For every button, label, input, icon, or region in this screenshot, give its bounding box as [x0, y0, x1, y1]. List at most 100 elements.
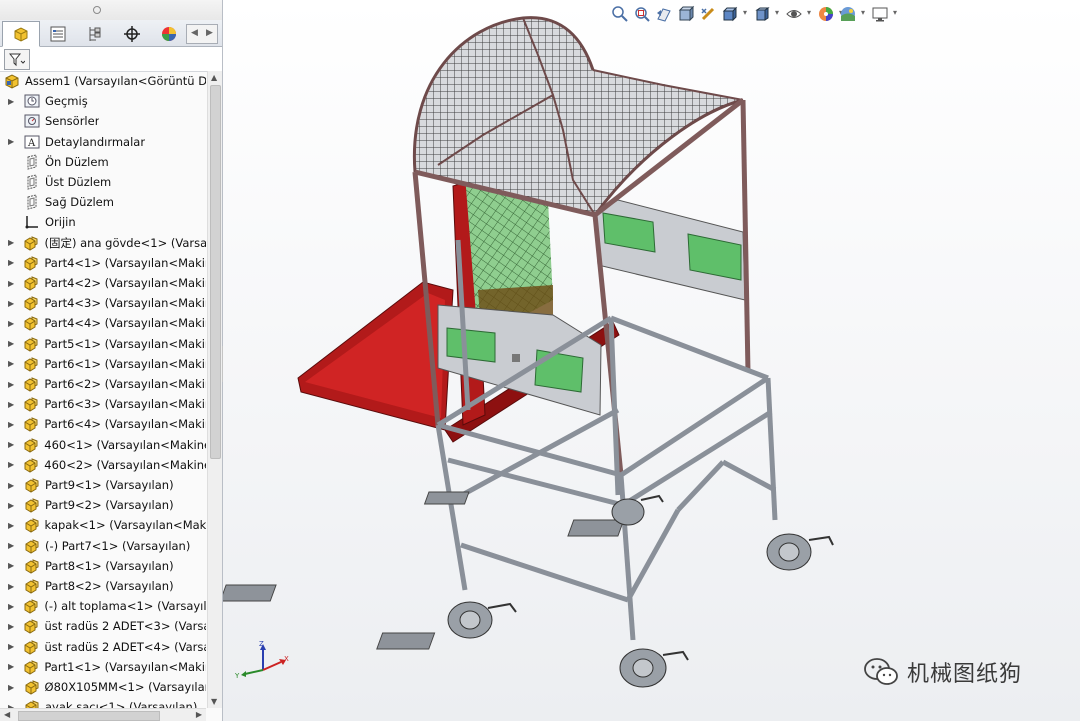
- zoom-to-area-icon[interactable]: [631, 4, 653, 24]
- tree-item-label: Part4<3> (Varsayılan<Makine: [44, 296, 206, 311]
- expand-arrow-icon[interactable]: ▶: [8, 481, 16, 490]
- previous-view-icon[interactable]: [653, 4, 675, 24]
- scroll-right-icon[interactable]: ▶: [196, 710, 202, 719]
- scroll-thumb[interactable]: [210, 85, 221, 459]
- tree-item-label: Ø80X105MM<1> (Varsayılan): [44, 680, 206, 694]
- assembly-model[interactable]: [223, 0, 1080, 721]
- expand-arrow-icon[interactable]: ▶: [8, 683, 16, 692]
- tree-item[interactable]: ▶ Ø80X105MM<1> (Varsayılan): [0, 677, 206, 697]
- expand-arrow-icon[interactable]: ▶: [8, 602, 15, 611]
- hscroll-thumb[interactable]: [18, 711, 160, 721]
- hide-show-icon[interactable]: [783, 4, 811, 24]
- part-icon: [23, 315, 39, 331]
- zoom-to-fit-icon[interactable]: [609, 4, 631, 24]
- expand-arrow-icon[interactable]: ▶: [8, 521, 16, 530]
- edit-appearance-icon[interactable]: [815, 4, 843, 24]
- expand-arrow-icon[interactable]: ▶: [8, 561, 16, 570]
- expand-arrow-icon[interactable]: ▶: [8, 420, 15, 429]
- tree-item[interactable]: ▶ Part4<1> (Varsayılan<Makine: [0, 253, 206, 273]
- tree-item[interactable]: ▶ (-) alt toplama<1> (Varsayılan: [0, 596, 206, 616]
- dimxpert-tab-icon[interactable]: [113, 21, 151, 46]
- watermark: 机械图纸狗: [863, 656, 1022, 688]
- tab-scroll-right-icon[interactable]: ▶: [202, 25, 217, 43]
- expand-arrow-icon[interactable]: ▶: [8, 339, 15, 348]
- tree-item[interactable]: ▶ Part1<1> (Varsayılan<Makine: [0, 657, 206, 677]
- tree-item[interactable]: ▶ Part6<3> (Varsayılan<Makine: [0, 394, 206, 414]
- tree-item[interactable]: ▶ Part8<1> (Varsayılan): [0, 556, 206, 576]
- tree-item[interactable]: ▶ Part4<2> (Varsayılan<Makine: [0, 273, 206, 293]
- expand-arrow-icon[interactable]: ▶: [8, 440, 15, 449]
- tree-item[interactable]: ▶ Geçmiş: [0, 91, 206, 111]
- tab-scroll-buttons[interactable]: ◀ ▶: [186, 24, 218, 44]
- feature-manager-tab-icon[interactable]: [2, 21, 40, 47]
- panel-tabs: ◀ ▶: [0, 20, 222, 47]
- tree-item[interactable]: ▶ (固定) ana gövde<1> (Varsayı: [0, 233, 206, 253]
- property-manager-tab-icon[interactable]: [39, 21, 77, 46]
- tree-item[interactable]: Orijin: [0, 212, 206, 232]
- tree-item[interactable]: Sensörler: [0, 111, 206, 131]
- tree-item-label: Orijin: [45, 215, 76, 230]
- expand-arrow-icon[interactable]: ▶: [8, 137, 16, 146]
- tree-item[interactable]: ▶ 460<2> (Varsayılan<Makinele: [0, 455, 206, 475]
- tree-item[interactable]: ▶ A Detaylandırmalar: [0, 132, 206, 152]
- tree-item[interactable]: Ön Düzlem: [0, 152, 206, 172]
- tree-item[interactable]: ▶ Part4<3> (Varsayılan<Makine: [0, 293, 206, 313]
- caster-back-right: [567, 519, 834, 571]
- part-icon: [23, 437, 39, 453]
- scroll-down-icon[interactable]: ▼: [211, 697, 217, 706]
- tree-vertical-scrollbar[interactable]: ▲ ▼: [207, 71, 222, 708]
- tree-item[interactable]: ▶ (-) Part7<1> (Varsayılan): [0, 536, 206, 556]
- watermark-text: 机械图纸狗: [907, 662, 1023, 687]
- expand-arrow-icon[interactable]: ▶: [8, 400, 15, 409]
- tree-item[interactable]: ▶ Part6<4> (Varsayılan<Makine: [0, 414, 206, 434]
- expand-arrow-icon[interactable]: ▶: [8, 279, 15, 288]
- tree-item[interactable]: ▶ üst radüs 2 ADET<3> (Varsay: [0, 616, 206, 636]
- panel-grip[interactable]: [0, 0, 222, 20]
- configuration-manager-tab-icon[interactable]: [76, 21, 114, 46]
- expand-arrow-icon[interactable]: ▶: [8, 622, 15, 631]
- tree-item[interactable]: Sağ Düzlem: [0, 192, 206, 212]
- expand-arrow-icon[interactable]: ▶: [8, 319, 15, 328]
- expand-arrow-icon[interactable]: ▶: [8, 238, 15, 247]
- expand-arrow-icon[interactable]: ▶: [8, 460, 15, 469]
- expand-arrow-icon[interactable]: ▶: [8, 380, 15, 389]
- tree-horizontal-scrollbar[interactable]: ◀ ▶: [0, 708, 206, 721]
- view-orientation-icon[interactable]: [719, 4, 747, 24]
- section-view-icon[interactable]: [675, 4, 697, 24]
- tree-item-label: Sensörler: [45, 114, 100, 129]
- tree-item[interactable]: ▶ Part8<2> (Varsayılan): [0, 576, 206, 596]
- scroll-up-icon[interactable]: ▲: [211, 73, 217, 82]
- tree-item-label: üst radüs 2 ADET<4> (Varsay: [44, 639, 206, 654]
- dynamic-annotation-icon[interactable]: [697, 4, 719, 24]
- scroll-left-icon[interactable]: ◀: [4, 710, 10, 719]
- expand-arrow-icon[interactable]: ▶: [8, 97, 16, 106]
- expand-arrow-icon[interactable]: ▶: [8, 359, 15, 368]
- tree-item[interactable]: ▶ Part4<4> (Varsayılan<Makine: [0, 313, 206, 333]
- expand-arrow-icon[interactable]: ▶: [8, 662, 15, 671]
- display-style-icon[interactable]: [751, 4, 779, 24]
- tree-item[interactable]: ▶ ayak sacı<1> (Varsayılan): [0, 697, 206, 708]
- expand-arrow-icon[interactable]: ▶: [8, 642, 15, 651]
- apply-scene-icon[interactable]: [837, 4, 865, 24]
- graphics-area[interactable]: Z X Y 机械图纸狗: [223, 0, 1080, 721]
- tree-item[interactable]: ▶ Part6<1> (Varsayılan<Makine: [0, 354, 206, 374]
- tree-item[interactable]: ▶ Part9<2> (Varsayılan): [0, 495, 206, 515]
- filter-icon[interactable]: [4, 49, 30, 70]
- expand-arrow-icon[interactable]: ▶: [8, 582, 16, 591]
- display-manager-tab-icon[interactable]: [150, 21, 188, 46]
- expand-arrow-icon[interactable]: ▶: [8, 541, 16, 550]
- part-icon: [23, 618, 39, 634]
- tab-scroll-left-icon[interactable]: ◀: [187, 25, 202, 43]
- tree-item[interactable]: ▶ Part9<1> (Varsayılan): [0, 475, 206, 495]
- tree-root-item[interactable]: Assem1 (Varsayılan<Görüntü Dur: [0, 71, 206, 91]
- expand-arrow-icon[interactable]: ▶: [8, 258, 15, 267]
- expand-arrow-icon[interactable]: ▶: [8, 501, 16, 510]
- view-settings-icon[interactable]: [869, 4, 897, 24]
- tree-item[interactable]: ▶ 460<1> (Varsayılan<Makinele: [0, 435, 206, 455]
- tree-item[interactable]: ▶ kapak<1> (Varsayılan<Makin: [0, 515, 206, 535]
- tree-item[interactable]: ▶ Part6<2> (Varsayılan<Makine: [0, 374, 206, 394]
- tree-item[interactable]: ▶ üst radüs 2 ADET<4> (Varsay: [0, 637, 206, 657]
- tree-item[interactable]: Üst Düzlem: [0, 172, 206, 192]
- tree-item[interactable]: ▶ Part5<1> (Varsayılan<Makine: [0, 334, 206, 354]
- expand-arrow-icon[interactable]: ▶: [8, 299, 15, 308]
